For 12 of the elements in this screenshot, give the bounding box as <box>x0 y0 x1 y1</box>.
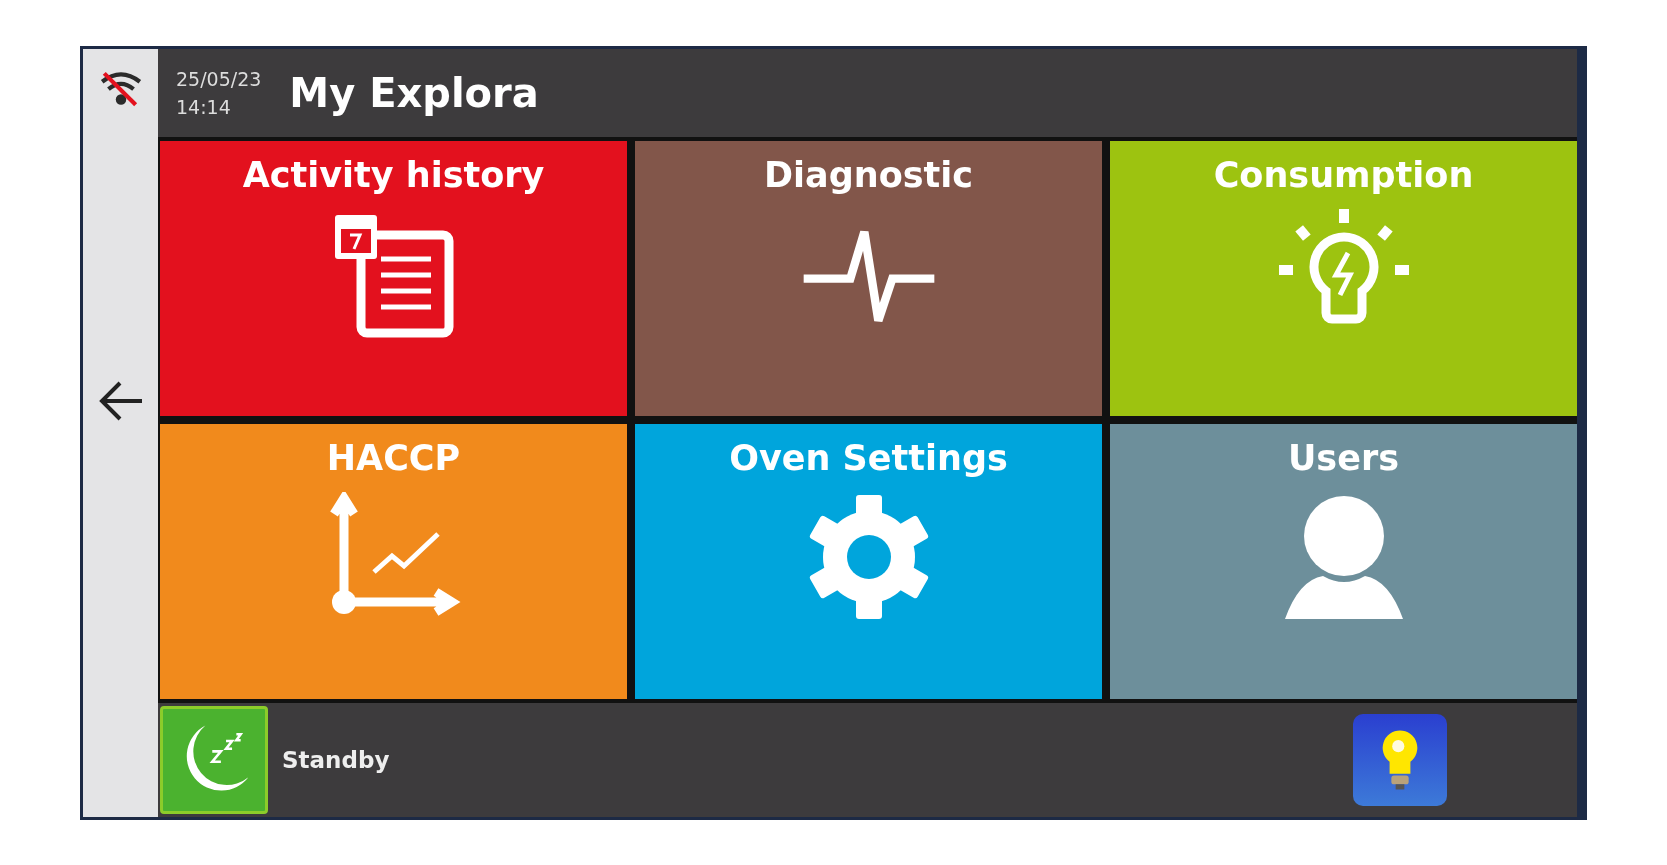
menu-tile[interactable]: Consumption <box>1110 141 1577 416</box>
menu-tile[interactable]: Oven Settings <box>635 424 1102 699</box>
menu-tile[interactable]: Activity history <box>160 141 627 416</box>
time-text: 14:14 <box>176 95 232 120</box>
screen-title: My Explora <box>289 70 539 116</box>
standby-button[interactable] <box>160 706 268 814</box>
date-text: 25/05/23 <box>176 67 262 92</box>
menu-tile[interactable]: Diagnostic <box>635 141 1102 416</box>
light-button[interactable] <box>1353 714 1447 806</box>
menu-tile[interactable]: HACCP <box>160 424 627 699</box>
menu-tile[interactable]: Users <box>1110 424 1577 699</box>
standby-label: Standby <box>282 747 391 773</box>
